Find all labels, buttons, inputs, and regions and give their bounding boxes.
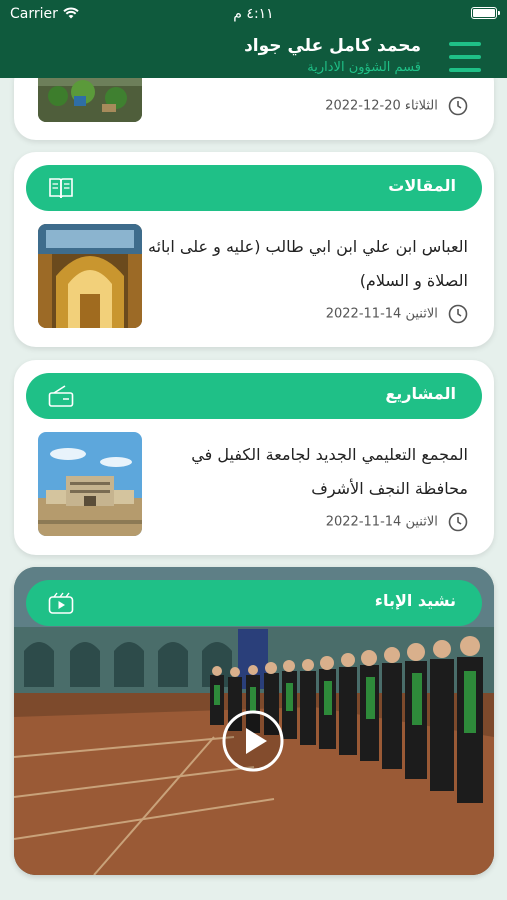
articles-card: المقالات العباس ابن علي ابن ابي طالب (عل… [14,152,494,347]
projects-section-header[interactable]: المشاريع [26,373,482,419]
play-icon[interactable] [222,710,284,772]
news-date: الثلاثاء 20-12-2022 [325,96,468,118]
book-icon [49,178,73,199]
battery-icon [471,7,500,19]
clock-icon [448,96,468,116]
project-title[interactable]: المجمع التعليمي الجديد لجامعة الكفيل في … [148,438,468,506]
projects-section-title: المشاريع [385,384,456,403]
article-date: الاثنين 14-11-2022 [326,304,468,326]
anthem-video-card[interactable]: نشيد الإباء [14,567,494,875]
user-name: محمد كامل علي جواد [244,36,421,56]
menu-icon[interactable] [449,42,481,72]
user-department: قسم الشؤون الادارية [307,60,421,75]
anthem-section-header[interactable]: نشيد الإباء [26,580,482,626]
article-title[interactable]: العباس ابن علي ابن ابي طالب (عليه و على … [148,230,468,298]
anthem-section-title: نشيد الإباء [374,591,456,610]
projects-card: المشاريع المجمع التعليمي الجديد لجامعة ا… [14,360,494,555]
articles-section-header[interactable]: المقالات [26,165,482,211]
project-date: الاثنين 14-11-2022 [326,512,468,534]
status-time: ٤:١١ م [233,6,274,22]
clock-icon [448,304,468,324]
app-header: Carrier ٤:١١ م محمد كامل علي جواد قسم ال… [0,0,507,78]
project-icon [48,385,74,407]
clock-icon [448,512,468,532]
article-thumbnail[interactable] [38,224,142,328]
status-bar: Carrier ٤:١١ م [0,0,507,28]
project-thumbnail[interactable] [38,432,142,536]
video-icon [48,592,74,614]
articles-section-title: المقالات [388,176,456,195]
